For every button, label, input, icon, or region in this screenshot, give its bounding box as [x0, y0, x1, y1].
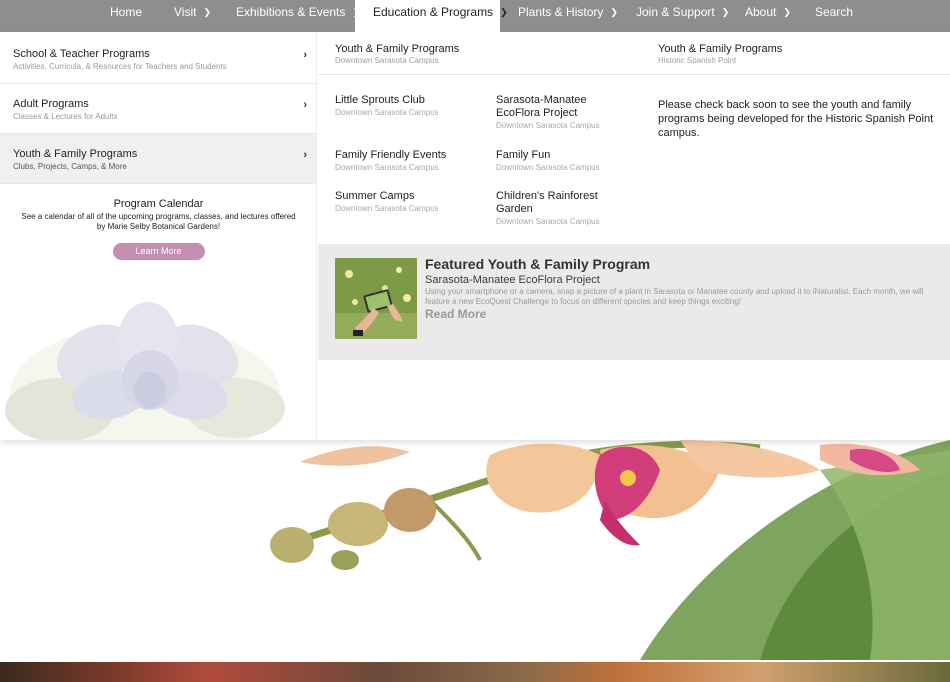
top-navigation: Home Visit❯ Exhibitions & Events❯ Educat…: [0, 0, 950, 32]
historic-spanish-point-note: Please check back soon to see the youth …: [658, 99, 934, 139]
nav-home-label: Home: [110, 5, 143, 19]
program-ecoflora-project[interactable]: Sarasota-Manatee EcoFlora Project Downto…: [496, 94, 616, 130]
program-title: Family Friendly Events: [335, 149, 447, 161]
calendar-title: Program Calendar: [113, 198, 204, 210]
column-subtitle-historic: Historic Spanish Point: [658, 56, 737, 65]
category-subtitle: Clubs, Projects, Camps, & More: [13, 162, 127, 171]
nav-education-label: Education & Programs: [373, 5, 494, 19]
succulent-image: [0, 300, 290, 440]
program-summer-camps[interactable]: Summer Camps Downtown Sarasota Campus: [335, 190, 475, 213]
category-adult[interactable]: Adult Programs Classes & Lectures for Ad…: [0, 84, 316, 134]
program-subtitle: Downtown Sarasota Campus: [496, 163, 600, 172]
program-list-area: Youth & Family Programs Downtown Sarasot…: [318, 32, 950, 440]
chevron-down-icon: ❯: [783, 7, 791, 17]
column-subtitle-downtown: Downtown Sarasota Campus: [335, 56, 439, 65]
featured-program-name[interactable]: Sarasota-Manatee EcoFlora Project: [425, 274, 600, 286]
program-family-friendly-events[interactable]: Family Friendly Events Downtown Sarasota…: [335, 149, 475, 172]
chevron-right-icon: ›: [303, 49, 307, 61]
program-calendar: Program Calendar See a calendar of all o…: [0, 198, 316, 260]
category-title: Adult Programs: [13, 98, 89, 110]
nav-search-label: Search: [815, 5, 854, 19]
chevron-right-icon: ›: [303, 149, 307, 161]
nav-home[interactable]: Home: [110, 0, 142, 32]
program-title: Summer Camps: [335, 190, 415, 202]
program-subtitle: Downtown Sarasota Campus: [496, 121, 600, 130]
learn-more-button[interactable]: Learn More: [112, 243, 205, 260]
nav-join-support[interactable]: Join & Support ❯: [636, 0, 729, 32]
featured-heading: Featured Youth & Family Program: [425, 256, 651, 272]
category-subtitle: Activities, Curricula, & Resources for T…: [13, 62, 227, 71]
program-subtitle: Downtown Sarasota Campus: [335, 204, 439, 213]
read-more-link[interactable]: Read More: [425, 307, 486, 321]
nav-exhibitions-label: Exhibitions & Events: [236, 5, 346, 19]
program-family-fun[interactable]: Family Fun Downtown Sarasota Campus: [496, 149, 636, 172]
nav-plants-label: Plants & History: [518, 5, 604, 19]
program-title: Sarasota-Manatee EcoFlora Project: [496, 94, 587, 119]
education-dropdown-panel: School & Teacher Programs Activities, Cu…: [0, 32, 950, 440]
nav-education-programs[interactable]: Education & Programs ❯: [355, 0, 508, 32]
featured-description: Using your smartphone or a camera, snap …: [425, 287, 924, 306]
program-title: Family Fun: [496, 149, 551, 161]
divider: [318, 74, 950, 75]
nav-about[interactable]: About ❯: [745, 0, 791, 32]
featured-program: Featured Youth & Family Program Sarasota…: [318, 244, 950, 360]
category-title: Youth & Family Programs: [13, 148, 138, 160]
chevron-down-icon: ❯: [500, 7, 508, 17]
nav-exhibitions-events[interactable]: Exhibitions & Events❯: [236, 0, 360, 32]
category-title: School & Teacher Programs: [13, 48, 150, 60]
column-title-historic: Youth & Family Programs: [658, 43, 783, 55]
nav-about-label: About: [745, 5, 777, 19]
program-subtitle: Downtown Sarasota Campus: [335, 108, 439, 117]
program-title: Little Sprouts Club: [335, 94, 425, 106]
category-school-teacher[interactable]: School & Teacher Programs Activities, Cu…: [0, 34, 316, 84]
program-subtitle: Downtown Sarasota Campus: [335, 163, 439, 172]
column-title-downtown: Youth & Family Programs: [335, 43, 460, 55]
nav-visit-label: Visit: [174, 5, 197, 19]
program-title: Children's Rainforest Garden: [496, 190, 598, 215]
bottom-image-strip: [0, 662, 950, 682]
chevron-down-icon: ❯: [721, 7, 730, 17]
nav-join-label: Join & Support: [636, 5, 715, 19]
featured-program-photo[interactable]: [335, 258, 417, 339]
program-little-sprouts-club[interactable]: Little Sprouts Club Downtown Sarasota Ca…: [335, 94, 475, 117]
nav-visit[interactable]: Visit ❯: [174, 0, 211, 32]
category-youth-family[interactable]: Youth & Family Programs Clubs, Projects,…: [0, 134, 316, 184]
nav-plants-history[interactable]: Plants & History ❯: [518, 0, 618, 32]
nav-search[interactable]: Search: [815, 0, 853, 32]
calendar-description: See a calendar of all of the upcoming pr…: [21, 212, 296, 231]
program-childrens-rainforest-garden[interactable]: Children's Rainforest Garden Downtown Sa…: [496, 190, 616, 226]
program-subtitle: Downtown Sarasota Campus: [496, 217, 600, 226]
category-sidebar: School & Teacher Programs Activities, Cu…: [0, 32, 317, 440]
category-subtitle: Classes & Lectures for Adults: [13, 112, 118, 121]
chevron-down-icon: ❯: [610, 7, 618, 17]
page-root: Home Visit❯ Exhibitions & Events❯ Educat…: [0, 0, 950, 682]
chevron-down-icon: ❯: [203, 7, 211, 17]
chevron-right-icon: ›: [303, 99, 307, 111]
